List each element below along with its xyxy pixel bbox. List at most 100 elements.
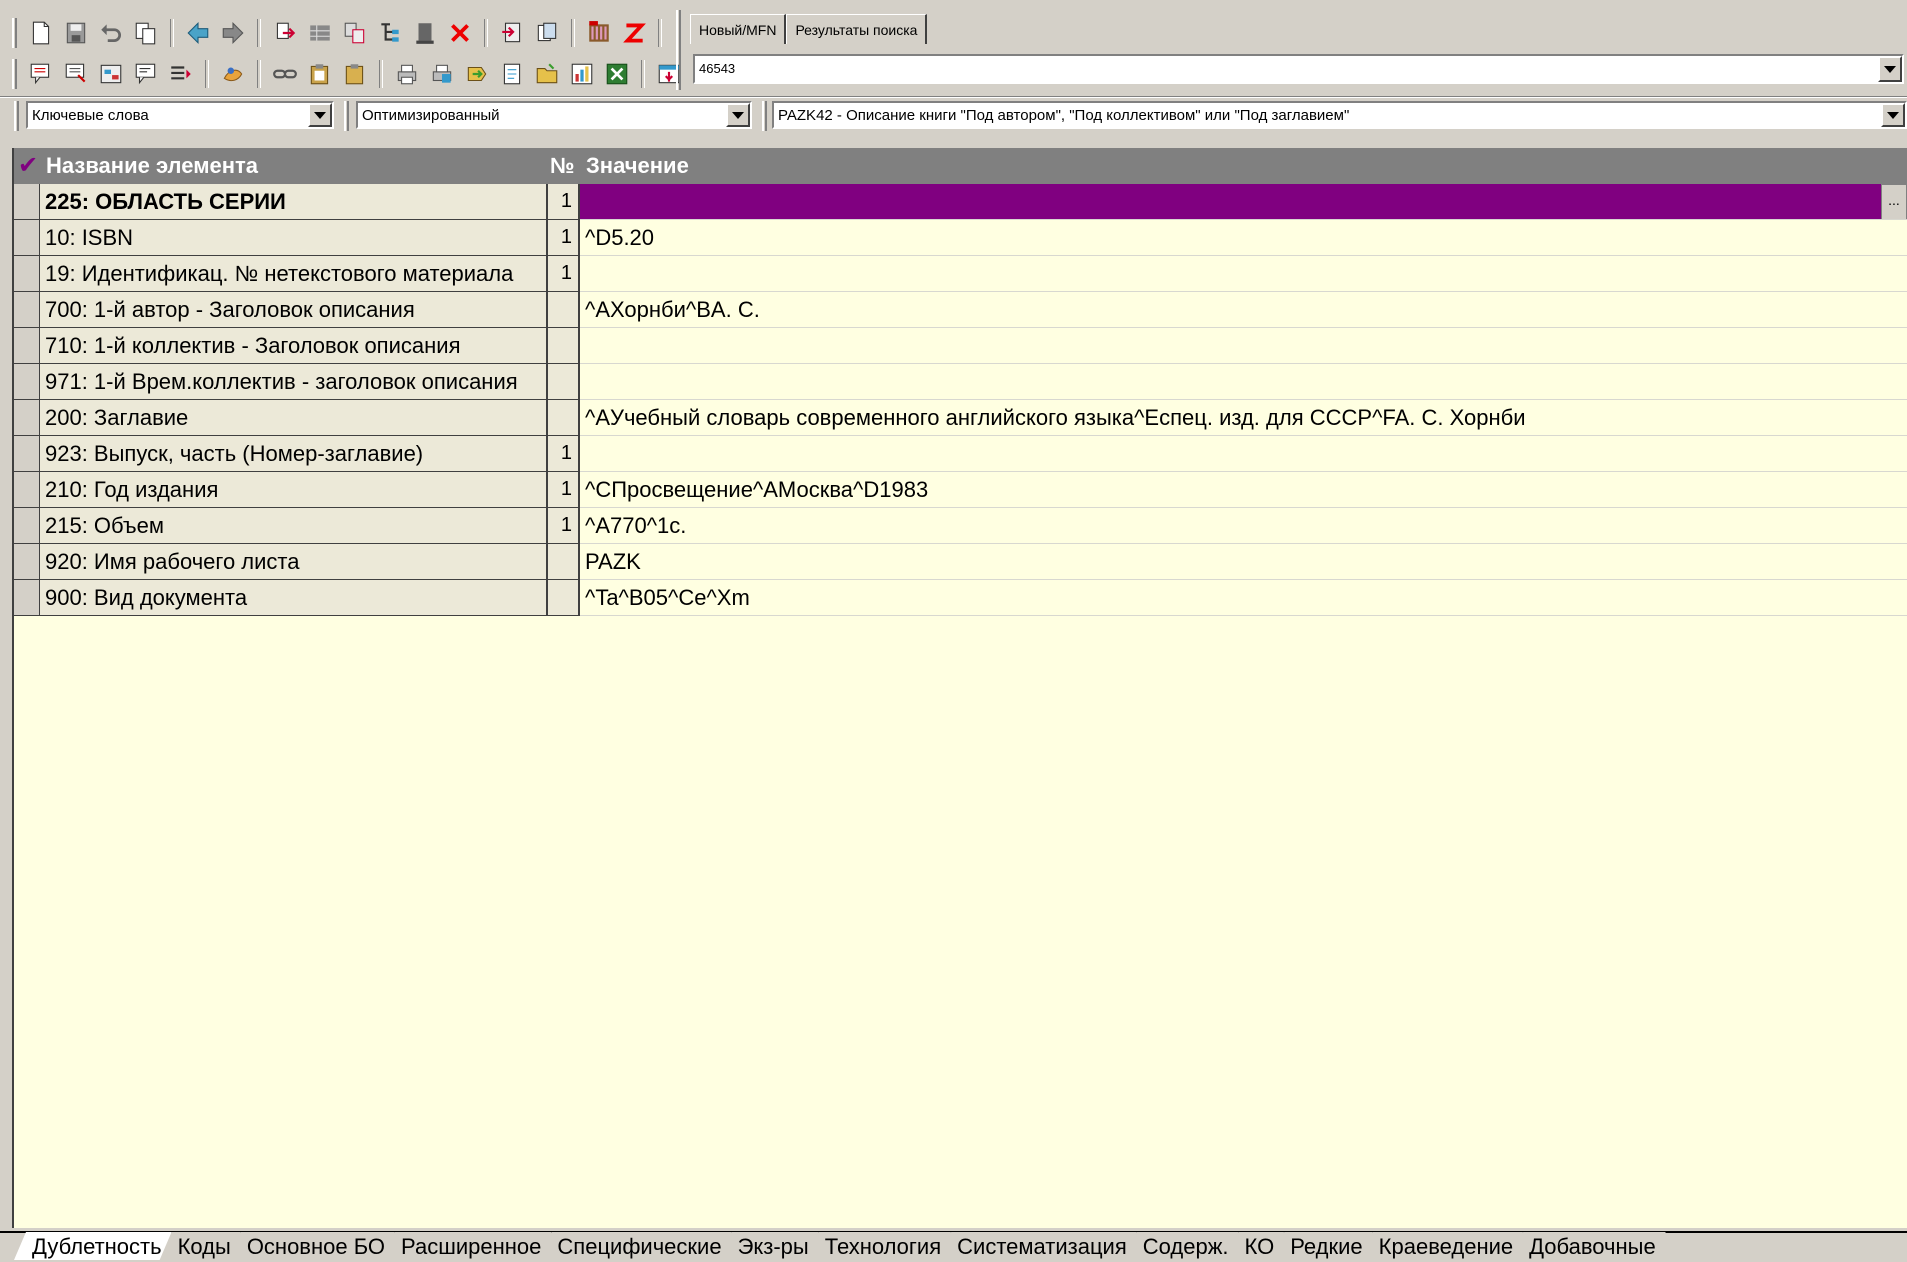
cell-element-name[interactable]: 971: 1-й Врем.коллектив - заголовок опис… bbox=[40, 364, 548, 400]
bottom-tab[interactable]: Дублетность bbox=[14, 1232, 172, 1260]
cell-repeat-number[interactable] bbox=[548, 544, 580, 580]
cell-repeat-number[interactable]: 1 bbox=[548, 184, 580, 220]
cell-repeat-number[interactable]: 1 bbox=[548, 220, 580, 256]
clip-icon[interactable] bbox=[305, 59, 335, 89]
search-mode-select[interactable]: Ключевые слова bbox=[26, 101, 334, 129]
new-icon[interactable] bbox=[26, 18, 56, 48]
table-row[interactable]: 971: 1-й Врем.коллектив - заголовок опис… bbox=[14, 364, 1907, 400]
bottom-tab[interactable]: Коды bbox=[160, 1232, 241, 1260]
bulletin2-icon[interactable] bbox=[61, 59, 91, 89]
save-icon[interactable] bbox=[61, 18, 91, 48]
row-indicator[interactable] bbox=[14, 292, 40, 328]
library-icon[interactable] bbox=[584, 18, 614, 48]
tree-icon[interactable] bbox=[375, 18, 405, 48]
table-row[interactable]: 920: Имя рабочего листа PAZK bbox=[14, 544, 1907, 580]
cell-value[interactable] bbox=[580, 328, 1907, 364]
cell-repeat-number[interactable]: 1 bbox=[548, 436, 580, 472]
cell-repeat-number[interactable] bbox=[548, 364, 580, 400]
cell-element-name[interactable]: 920: Имя рабочего листа bbox=[40, 544, 548, 580]
filter-grip[interactable] bbox=[344, 101, 349, 131]
cell-value[interactable]: ^A770^1c. bbox=[580, 508, 1907, 544]
prev-icon[interactable] bbox=[183, 18, 213, 48]
column-header-name[interactable]: Название элемента bbox=[46, 148, 258, 184]
forward-icon[interactable] bbox=[462, 59, 492, 89]
link-icon[interactable] bbox=[270, 59, 300, 89]
cell-value[interactable]: ^D5.20 bbox=[580, 220, 1907, 256]
worksheet-dropdown[interactable] bbox=[1881, 103, 1905, 127]
filter-grip[interactable] bbox=[14, 101, 19, 131]
cell-value[interactable]: PAZK bbox=[580, 544, 1907, 580]
ellipsis-button[interactable]: ... bbox=[1881, 184, 1907, 219]
row-indicator[interactable] bbox=[14, 328, 40, 364]
cell-element-name[interactable]: 923: Выпуск, часть (Номер-заглавие) bbox=[40, 436, 548, 472]
cell-repeat-number[interactable] bbox=[548, 292, 580, 328]
stamp-icon[interactable] bbox=[410, 18, 440, 48]
cell-value[interactable]: ^CПросвещение^AМосква^D1983 bbox=[580, 472, 1907, 508]
transfer-icon[interactable] bbox=[340, 18, 370, 48]
mfn-field[interactable]: 46543 bbox=[693, 54, 1904, 84]
bottom-tab[interactable]: Специфические bbox=[539, 1232, 731, 1260]
table-row[interactable]: 10: ISBN 1 ^D5.20 bbox=[14, 220, 1907, 256]
view-mode-select[interactable]: Оптимизированный bbox=[356, 101, 752, 129]
row-indicator[interactable] bbox=[14, 184, 40, 220]
row-indicator[interactable] bbox=[14, 220, 40, 256]
bottom-tab[interactable]: Содерж. bbox=[1125, 1232, 1239, 1260]
cell-repeat-number[interactable] bbox=[548, 580, 580, 616]
mfn-dropdown-button[interactable] bbox=[1878, 56, 1902, 82]
cell-element-name[interactable]: 10: ISBN bbox=[40, 220, 548, 256]
chat-icon[interactable] bbox=[131, 59, 161, 89]
bottom-tab[interactable]: Экз-ры bbox=[720, 1232, 819, 1260]
cell-repeat-number[interactable]: 1 bbox=[548, 256, 580, 292]
undo-icon[interactable] bbox=[96, 18, 126, 48]
filter-grip[interactable] bbox=[762, 101, 767, 131]
tab-search-results[interactable]: Результаты поиска bbox=[786, 14, 928, 44]
table-row[interactable]: 225: ОБЛАСТЬ СЕРИИ 1... bbox=[14, 184, 1907, 220]
cell-repeat-number[interactable] bbox=[548, 328, 580, 364]
row-indicator[interactable] bbox=[14, 508, 40, 544]
cell-element-name[interactable]: 200: Заглавие bbox=[40, 400, 548, 436]
cell-element-name[interactable]: 215: Объем bbox=[40, 508, 548, 544]
bottom-tab[interactable]: Основное БО bbox=[229, 1232, 395, 1260]
bottom-tab[interactable]: Систематизация bbox=[939, 1232, 1137, 1260]
toolbar-grip[interactable] bbox=[12, 59, 17, 89]
bottom-tab[interactable]: Расширенное bbox=[383, 1232, 551, 1260]
tab-new-mfn[interactable]: Новый/MFN bbox=[690, 14, 787, 44]
next-icon[interactable] bbox=[218, 18, 248, 48]
copy-record-icon[interactable] bbox=[131, 18, 161, 48]
row-indicator[interactable] bbox=[14, 256, 40, 292]
cell-value[interactable]: ^AХорнби^BA. C. bbox=[580, 292, 1907, 328]
table-row[interactable]: 200: Заглавие ^AУчебный словарь современн… bbox=[14, 400, 1907, 436]
record-grid[interactable]: ✔ Название элемента № Значение 225: ОБЛА… bbox=[12, 148, 1907, 1228]
chart-icon[interactable] bbox=[567, 59, 597, 89]
cell-element-name[interactable]: 210: Год издания bbox=[40, 472, 548, 508]
grid-icon[interactable] bbox=[305, 18, 335, 48]
table-row[interactable]: 210: Год издания 1 ^CПросвещение^AМосква^D… bbox=[14, 472, 1907, 508]
view-mode-dropdown[interactable] bbox=[726, 103, 750, 127]
cell-repeat-number[interactable] bbox=[548, 400, 580, 436]
cell-element-name[interactable]: 225: ОБЛАСТЬ СЕРИИ bbox=[40, 184, 548, 220]
cell-value[interactable] bbox=[580, 256, 1907, 292]
row-indicator[interactable] bbox=[14, 436, 40, 472]
column-header-value[interactable]: Значение bbox=[586, 148, 689, 184]
cell-element-name[interactable]: 710: 1-й коллектив - Заголовок описания bbox=[40, 328, 548, 364]
print-icon[interactable] bbox=[392, 59, 422, 89]
cell-repeat-number[interactable]: 1 bbox=[548, 472, 580, 508]
bottom-tab[interactable]: Редкие bbox=[1272, 1232, 1372, 1260]
import-icon[interactable] bbox=[497, 18, 527, 48]
cell-element-name[interactable]: 700: 1-й автор - Заголовок описания bbox=[40, 292, 548, 328]
form-icon[interactable] bbox=[96, 59, 126, 89]
row-indicator[interactable] bbox=[14, 400, 40, 436]
cell-repeat-number[interactable]: 1 bbox=[548, 508, 580, 544]
row-indicator[interactable] bbox=[14, 364, 40, 400]
bottom-tab[interactable]: Краеведение bbox=[1361, 1232, 1523, 1260]
worksheet-select[interactable]: PAZK42 - Описание книги "Под автором", "… bbox=[772, 101, 1907, 129]
duplicate-icon[interactable] bbox=[532, 18, 562, 48]
column-header-number[interactable]: № bbox=[550, 148, 575, 184]
table-row[interactable]: 710: 1-й коллектив - Заголовок описания bbox=[14, 328, 1907, 364]
cell-value[interactable] bbox=[580, 436, 1907, 472]
cell-value[interactable]: ^AУчебный словарь современного английско… bbox=[580, 400, 1907, 436]
list-icon[interactable] bbox=[166, 59, 196, 89]
bottom-tab[interactable]: Добавочные bbox=[1511, 1232, 1666, 1260]
check-column-header[interactable]: ✔ bbox=[16, 148, 40, 184]
cell-value[interactable] bbox=[580, 364, 1907, 400]
